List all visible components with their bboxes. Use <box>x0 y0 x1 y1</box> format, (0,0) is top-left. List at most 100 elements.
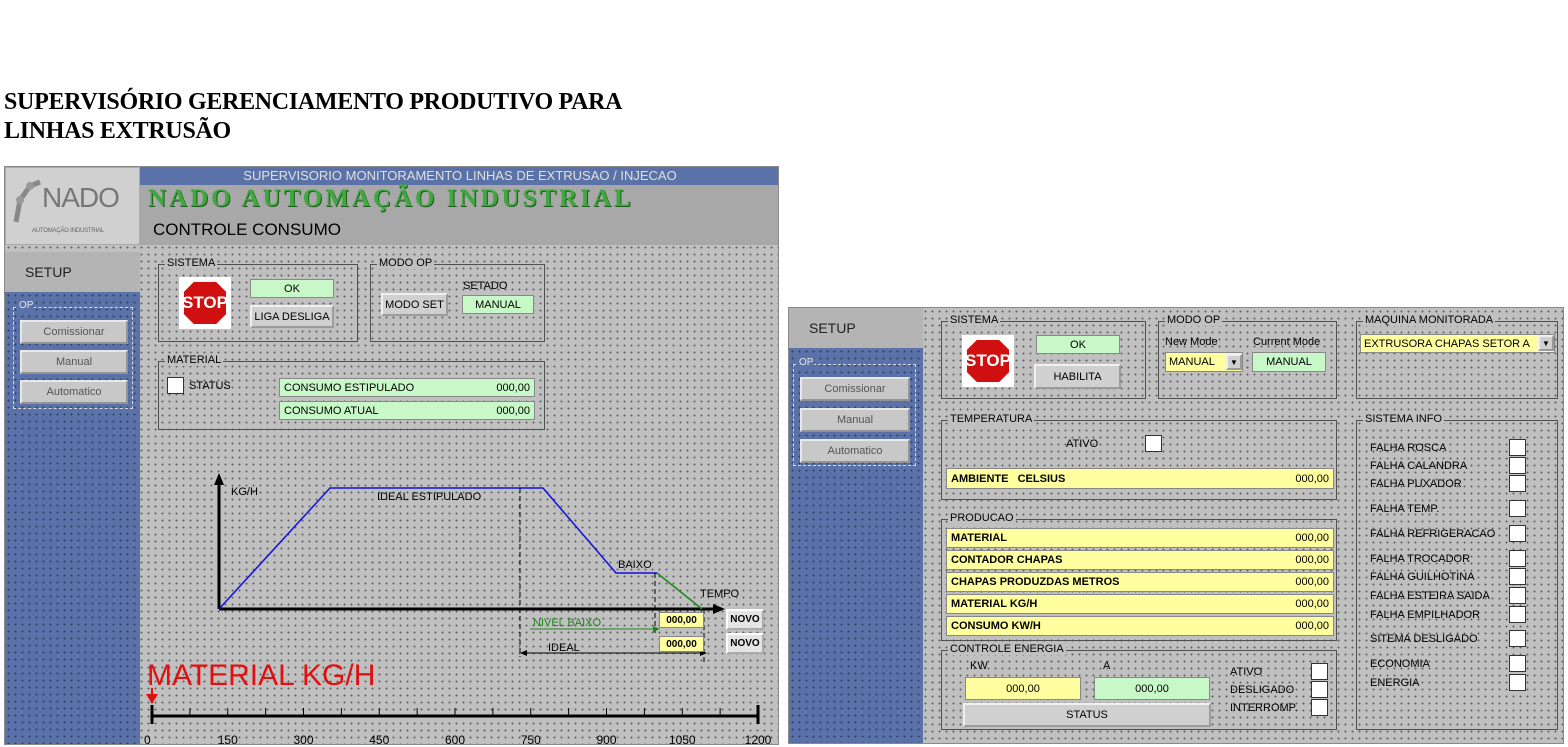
flag-desligado-label: DESLIGADO <box>1230 684 1295 696</box>
kw-value: 000,00 <box>965 677 1081 700</box>
sistema-info-item-label: FALHA ROSCA <box>1370 442 1447 454</box>
maquina-label: MAQUINA MONITORADA <box>1363 314 1496 326</box>
producao-row-label: CONTADOR CHAPAS <box>951 554 1063 566</box>
new-mode-value: MANUAL <box>1169 356 1215 368</box>
right-sistema-label: SISTEMA <box>948 314 1001 326</box>
sistema-info-item-label: FALHA ESTEIRA SAIDA <box>1370 590 1490 602</box>
maquina-value: EXTRUSORA CHAPAS SETOR A <box>1364 337 1530 350</box>
sistema-info-item-checkbox[interactable] <box>1509 630 1526 647</box>
ideal-curve <box>218 487 657 610</box>
chevron-down-icon[interactable]: ▼ <box>1226 354 1242 370</box>
consumption-graph <box>214 473 725 664</box>
stop-icon: STOP <box>965 338 1011 384</box>
sistema-info-item-label: FALHA EMPILHADOR <box>1370 609 1481 621</box>
producao-group: PRODUCAO MATERIAL 000,00 CONTADOR CHAPAS 00… <box>941 512 1337 641</box>
y-axis-arrow <box>214 473 224 485</box>
sistema-info-item-checkbox[interactable] <box>1509 500 1526 517</box>
a-value: 000,00 <box>1094 677 1210 700</box>
ideal-short-label: IDEAL <box>548 642 580 654</box>
producao-row-label: CONSUMO KW/H <box>951 620 1041 632</box>
flag-ativo-checkbox[interactable] <box>1311 663 1328 680</box>
scale-tick-label: 450 <box>369 733 389 745</box>
producao-row-label: CHAPAS PRODUZDAS METROS <box>951 576 1120 588</box>
habilita-button[interactable]: HABILITA <box>1034 364 1121 389</box>
scale-tick-label: 750 <box>521 733 541 745</box>
sistema-info-item-checkbox[interactable] <box>1509 439 1526 456</box>
current-mode-label: Current Mode <box>1253 336 1321 348</box>
right-manual-button[interactable]: Manual <box>800 408 910 432</box>
right-setup-button[interactable]: SETUP <box>789 308 923 348</box>
ambiente-label: AMBIENTE CELSIUS <box>951 472 1066 485</box>
temperatura-group: TEMPERATURA ATIVO AMBIENTE CELSIUS 000,0… <box>941 413 1337 500</box>
flag-interromp-checkbox[interactable] <box>1311 699 1328 716</box>
ambiente-value: 000,00 <box>1295 472 1329 485</box>
sistema-info-item-checkbox[interactable] <box>1509 655 1526 672</box>
maquina-group: MAQUINA MONITORADA EXTRUSORA CHAPAS SETO… <box>1356 314 1558 399</box>
sistema-info-item-checkbox[interactable] <box>1509 475 1526 492</box>
scale-tick-label: 1200 <box>745 733 772 745</box>
left-screen: SUPERVISORIO MONITORAMENTO LINHAS DE EXT… <box>4 166 779 745</box>
right-op-group: OP Comissionar Manual Automatico <box>793 357 916 466</box>
sistema-info-label: SISTEMA INFO <box>1363 413 1445 425</box>
flag-interromp-label: INTERROMP. <box>1230 702 1298 714</box>
a-label: A <box>1103 660 1111 672</box>
sistema-info-item-checkbox[interactable] <box>1509 606 1526 623</box>
temperatura-ativo-label: ATIVO <box>1066 438 1099 450</box>
novo-ideal-button[interactable]: NOVO <box>726 633 764 654</box>
ideal-value: 000,00 <box>659 636 704 652</box>
producao-row: MATERIAL KG/H 000,00 <box>946 594 1334 614</box>
kw-label: KW <box>970 660 988 672</box>
temperatura-ativo-checkbox[interactable] <box>1145 435 1162 452</box>
scale-tick-label: 1050 <box>669 733 696 745</box>
sistema-info-item-checkbox[interactable] <box>1509 550 1526 567</box>
producao-row: CONTADOR CHAPAS 000,00 <box>946 550 1334 570</box>
sistema-info-item-label: FALHA PUXADOR <box>1370 478 1462 490</box>
low-curve <box>656 572 703 610</box>
right-automatico-button[interactable]: Automatico <box>800 439 910 463</box>
maquina-select[interactable]: EXTRUSORA CHAPAS SETOR A ▼ <box>1360 334 1555 353</box>
sistema-info-item-label: FALHA REFRIGERACAO <box>1370 528 1496 540</box>
right-modo-op-label: MODO OP <box>1165 314 1223 326</box>
producao-row-value: 000,00 <box>1295 576 1329 588</box>
right-sistema-group: SISTEMA STOP OK HABILITA <box>941 314 1146 399</box>
novo-nivel-baixo-button[interactable]: NOVO <box>726 609 764 630</box>
producao-row: CONSUMO KW/H 000,00 <box>946 616 1334 636</box>
new-mode-label: New Mode <box>1165 336 1218 348</box>
flag-desligado-checkbox[interactable] <box>1311 681 1328 698</box>
scale-tick-label: 600 <box>445 733 465 745</box>
producao-row: CHAPAS PRODUZDAS METROS 000,00 <box>946 572 1334 592</box>
y-axis-label: KG/H <box>231 486 258 498</box>
scale-tick-label: 0 <box>144 733 151 745</box>
sistema-info-item-checkbox[interactable] <box>1509 457 1526 474</box>
chevron-down-icon[interactable]: ▼ <box>1538 335 1554 351</box>
right-screen: SETUP OP Comissionar Manual Automatico S… <box>788 307 1564 744</box>
sistema-info-item-checkbox[interactable] <box>1509 587 1526 604</box>
producao-row-label: MATERIAL KG/H <box>951 598 1038 610</box>
flag-ativo-label: ATIVO <box>1230 666 1263 678</box>
producao-label: PRODUCAO <box>948 512 1016 524</box>
current-mode-value: MANUAL <box>1252 352 1326 372</box>
scale-tick-label: 900 <box>596 733 616 745</box>
sistema-info-item-checkbox[interactable] <box>1509 674 1526 691</box>
energia-group: CONTROLE ENERGIA KW A 000,00 000,00 STAT… <box>941 643 1337 730</box>
page-title: SUPERVISÓRIO GERENCIAMENTO PRODUTIVO PAR… <box>4 89 623 144</box>
sistema-info-item-checkbox[interactable] <box>1509 525 1526 542</box>
sistema-info-item-checkbox[interactable] <box>1509 568 1526 585</box>
x-axis-arrow <box>713 604 725 614</box>
right-stop-button[interactable]: STOP <box>962 335 1014 387</box>
energia-label: CONTROLE ENERGIA <box>948 643 1066 655</box>
sistema-info-item-label: FALHA CALANDRA <box>1370 460 1468 472</box>
right-modo-op-group: MODO OP New Mode Current Mode MANUAL ▼ M… <box>1158 314 1337 399</box>
sistema-info-group: SISTEMA INFO FALHA ROSCA FALHA CALANDRA FA… <box>1356 413 1558 730</box>
producao-row: MATERIAL 000,00 <box>946 528 1334 548</box>
sistema-info-item-label: SITEMA DESLIGADO <box>1370 633 1478 645</box>
sistema-info-item-label: ENERGIA <box>1370 677 1420 689</box>
right-setup-label: SETUP <box>809 320 856 336</box>
scale-tick-label: 300 <box>293 733 313 745</box>
right-comissionar-button[interactable]: Comissionar <box>800 377 910 401</box>
new-mode-select[interactable]: MANUAL ▼ <box>1165 352 1243 372</box>
sistema-info-item-label: FALHA TROCADOR <box>1370 553 1471 565</box>
sistema-info-item-label: FALHA GUILHOTINA <box>1370 571 1475 583</box>
energia-status-button[interactable]: STATUS <box>963 703 1211 727</box>
baixo-label: BAIXO <box>618 559 652 571</box>
